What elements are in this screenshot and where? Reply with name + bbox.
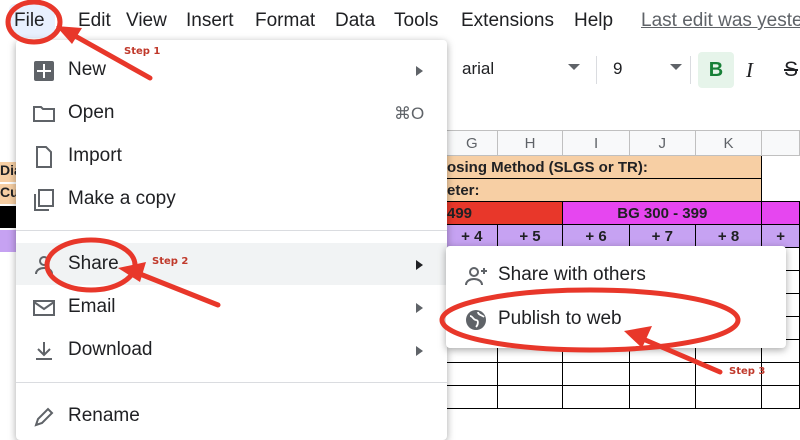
download-icon — [36, 342, 52, 360]
menu-file[interactable]: File — [14, 10, 45, 32]
table-cell[interactable] — [562, 385, 630, 409]
column-header-k[interactable]: K — [694, 130, 763, 156]
cell-range-499[interactable]: 499 — [446, 201, 564, 225]
menu-bar: File Edit View Insert Format Data Tools … — [0, 0, 800, 44]
formatting-toolbar: arial 9 B I S — [446, 48, 800, 92]
menu-item-email[interactable]: Email — [16, 286, 447, 328]
submenu-arrow-icon — [416, 260, 423, 270]
shortcut-label: ⌘O — [394, 104, 425, 123]
column-header-h[interactable]: H — [496, 130, 564, 156]
step3-label: Step 3 — [729, 366, 766, 377]
menu-item-publish-to-web[interactable]: Publish to web — [446, 296, 786, 340]
table-cell[interactable] — [694, 385, 763, 409]
column-header-l[interactable] — [761, 130, 800, 156]
cell-plus-5[interactable]: + 5 — [496, 224, 564, 248]
font-dropdown-icon[interactable] — [568, 64, 580, 70]
cell-plus[interactable]: + — [761, 224, 800, 248]
menu-data[interactable]: Data — [335, 10, 375, 32]
cell-bg-300-399[interactable]: BG 300 - 399 — [562, 201, 763, 225]
new-sheet-icon — [34, 61, 54, 81]
menu-item-import[interactable]: Import — [16, 135, 447, 177]
menu-item-label: Publish to web — [498, 308, 622, 329]
menu-tools[interactable]: Tools — [394, 10, 438, 32]
cell-plus-8[interactable]: + 8 — [694, 224, 763, 248]
step1-label: Step 1 — [124, 46, 161, 57]
share-submenu: Share with others Publish to web — [446, 246, 786, 348]
column-header-j[interactable]: J — [628, 130, 696, 156]
menu-item-open[interactable]: Open ⌘O — [16, 92, 447, 134]
menu-help[interactable]: Help — [574, 10, 613, 32]
menu-item-make-a-copy[interactable]: Make a copy — [16, 178, 447, 220]
cell-plus-7[interactable]: + 7 — [628, 224, 696, 248]
font-family-select[interactable]: arial — [462, 59, 494, 79]
cell-closing-method[interactable]: osing Method (SLGS or TR): — [446, 155, 763, 179]
table-cell[interactable] — [628, 385, 696, 409]
table-cell[interactable] — [761, 385, 800, 409]
mail-icon — [33, 300, 55, 316]
menu-item-share-with-others[interactable]: Share with others — [446, 252, 786, 296]
last-edit-link[interactable]: Last edit was yeste — [641, 10, 800, 32]
cell-plus-4[interactable]: + 4 — [446, 224, 498, 248]
submenu-arrow-icon — [416, 66, 423, 76]
menu-extensions[interactable]: Extensions — [461, 10, 554, 32]
menu-item-label: Share with others — [498, 264, 646, 285]
toolbar-divider — [596, 56, 597, 84]
italic-button[interactable]: I — [746, 58, 753, 83]
column-header-i[interactable]: I — [562, 130, 630, 156]
menu-item-share[interactable]: Share — [16, 243, 447, 285]
cell-plus-6[interactable]: + 6 — [562, 224, 630, 248]
table-cell[interactable] — [446, 362, 498, 386]
globe-icon — [466, 310, 486, 330]
menu-item-label: Download — [68, 339, 153, 360]
menu-divider — [16, 382, 447, 383]
person-icon — [35, 256, 53, 275]
menu-item-label: Open — [68, 102, 115, 123]
table-cell[interactable] — [628, 362, 696, 386]
step2-label: Step 2 — [152, 256, 189, 267]
pencil-icon — [34, 407, 54, 427]
file-icon — [36, 146, 52, 168]
person-add-icon — [465, 267, 487, 286]
menu-format[interactable]: Format — [255, 10, 315, 32]
copy-icon — [34, 189, 54, 211]
folder-icon — [33, 106, 55, 122]
menu-divider — [16, 230, 447, 231]
menu-item-new[interactable]: New — [16, 49, 447, 91]
font-size-select[interactable]: 9 — [613, 59, 622, 79]
menu-insert[interactable]: Insert — [186, 10, 234, 32]
strikethrough-button[interactable]: S — [784, 58, 798, 82]
menu-item-rename[interactable]: Rename — [16, 395, 447, 437]
menu-item-label: New — [68, 59, 107, 80]
menu-item-label: Email — [68, 296, 116, 317]
menu-item-label: Rename — [68, 405, 140, 426]
menu-item-download[interactable]: Download — [16, 329, 447, 371]
menu-item-label: Import — [68, 145, 122, 166]
table-cell[interactable] — [761, 362, 800, 386]
table-cell[interactable] — [446, 385, 498, 409]
file-menu: New Open ⌘O Import Make a copy Share Ema… — [16, 40, 447, 440]
table-cell[interactable] — [496, 362, 564, 386]
table-cell[interactable] — [562, 362, 630, 386]
size-dropdown-icon[interactable] — [670, 64, 682, 70]
bold-button[interactable]: B — [698, 52, 734, 88]
menu-item-label: Make a copy — [68, 188, 176, 209]
menu-edit[interactable]: Edit — [78, 10, 111, 32]
cell-meter[interactable]: eter: — [446, 178, 763, 202]
submenu-arrow-icon — [416, 346, 423, 356]
menu-view[interactable]: View — [126, 10, 167, 32]
table-cell[interactable] — [496, 385, 564, 409]
column-header-g[interactable]: G — [446, 130, 498, 156]
toolbar-divider — [690, 56, 691, 84]
submenu-arrow-icon — [416, 303, 423, 313]
table-cell[interactable] — [761, 201, 800, 225]
menu-item-label: Share — [68, 253, 119, 274]
